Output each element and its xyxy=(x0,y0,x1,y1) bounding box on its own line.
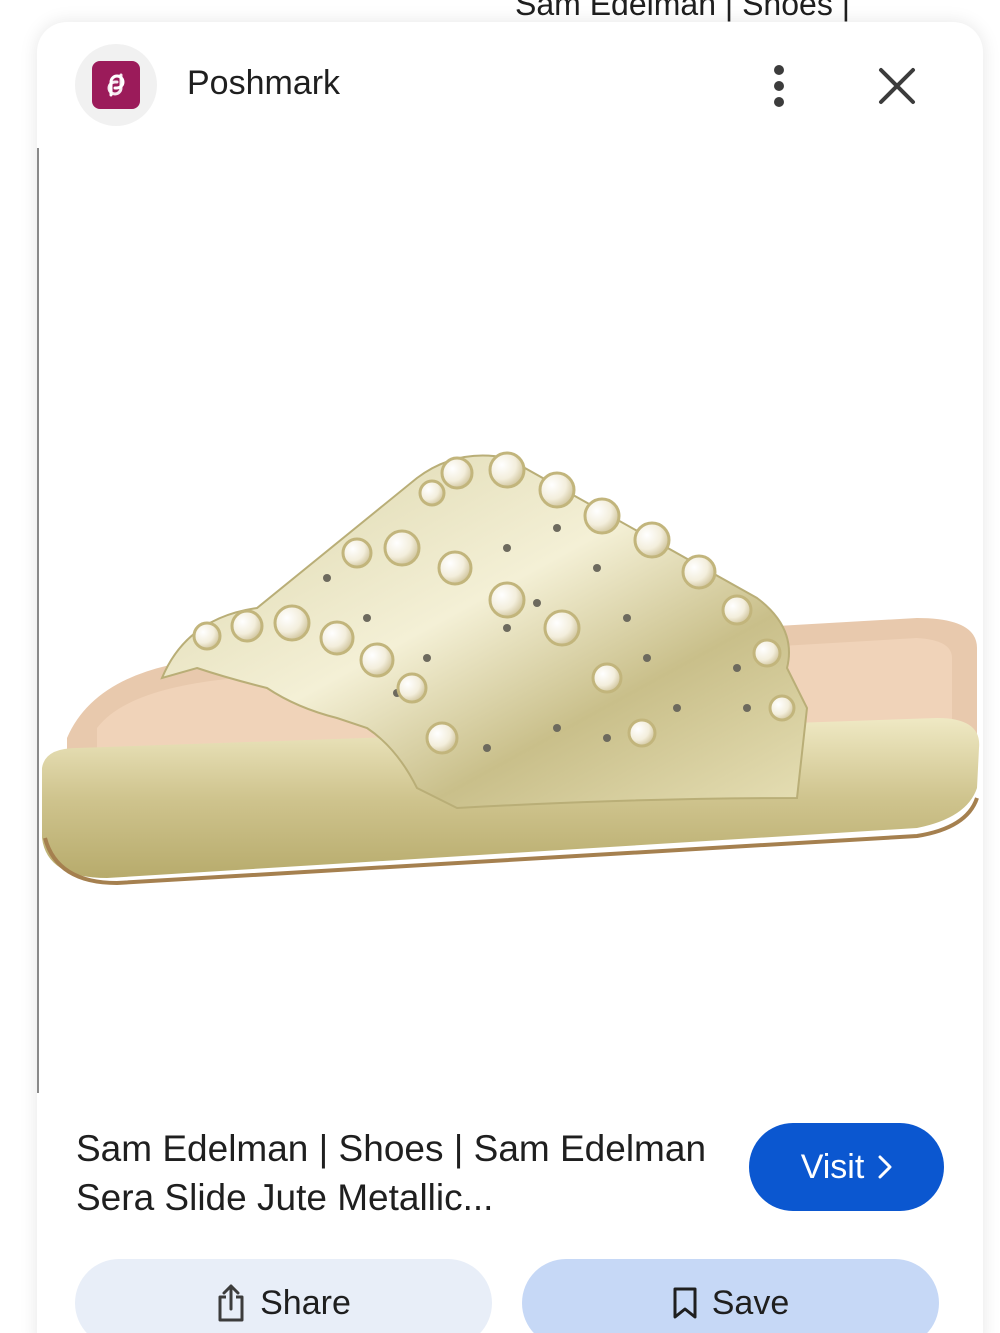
share-button[interactable]: Share xyxy=(75,1259,492,1333)
preview-header: Poshmark xyxy=(37,22,983,148)
visit-button[interactable]: Visit xyxy=(749,1123,944,1211)
chevron-right-icon xyxy=(878,1155,892,1179)
site-favicon[interactable] xyxy=(75,44,157,126)
save-label: Save xyxy=(711,1283,790,1322)
image-divider xyxy=(37,148,39,1093)
product-image[interactable] xyxy=(37,148,983,1116)
image-preview-panel: Poshmark Sam Edelman | Shoes | Sam Edelm… xyxy=(37,22,983,1333)
background-result-title: Sam Edelman | Shoes | xyxy=(515,0,851,22)
visit-label: Visit xyxy=(800,1147,865,1186)
share-icon xyxy=(218,1284,244,1322)
more-vert-icon xyxy=(774,65,784,107)
more-options-button[interactable] xyxy=(755,60,803,112)
sandal-illustration xyxy=(42,451,980,886)
poshmark-logo-icon xyxy=(92,61,140,109)
result-title[interactable]: Sam Edelman | Shoes | Sam Edelman Sera S… xyxy=(76,1124,716,1222)
share-label: Share xyxy=(260,1283,351,1322)
bookmark-icon xyxy=(673,1287,697,1319)
site-name[interactable]: Poshmark xyxy=(187,64,340,103)
save-button[interactable]: Save xyxy=(522,1259,939,1333)
close-icon xyxy=(879,68,915,104)
close-button[interactable] xyxy=(871,60,923,112)
